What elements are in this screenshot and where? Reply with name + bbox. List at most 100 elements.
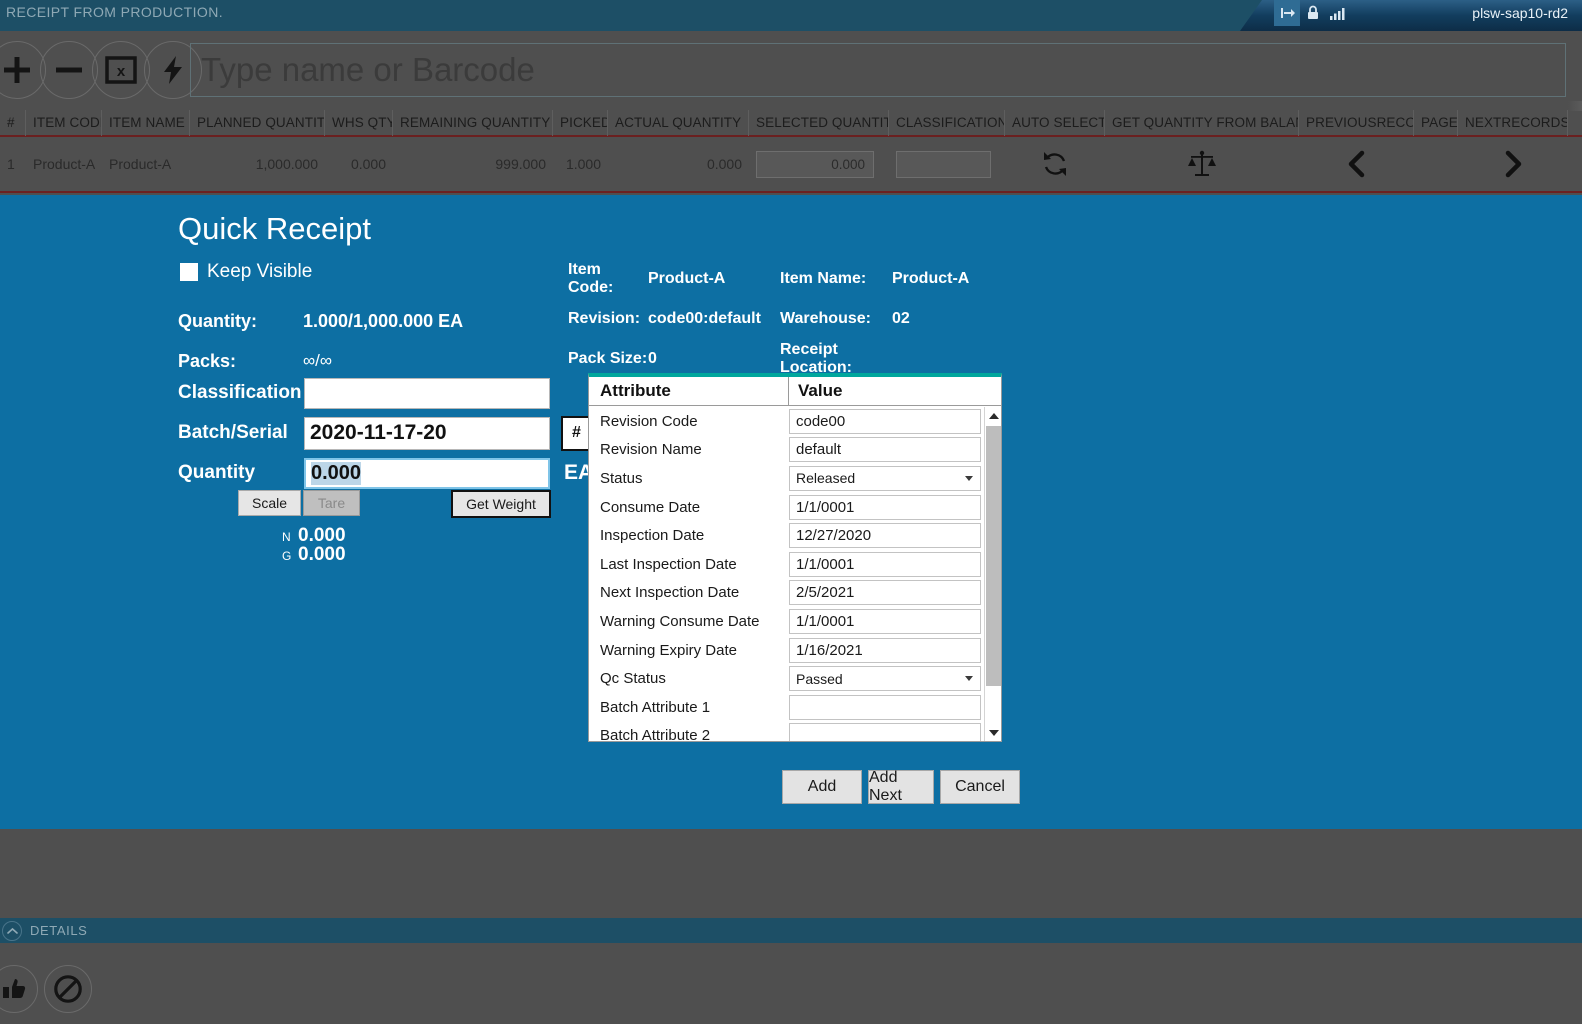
chevron-up-icon[interactable]: [2, 921, 22, 941]
quick-receipt-dialog: Quick Receipt Keep Visible Quantity: 1.0…: [0, 195, 1582, 829]
attribute-row: Consume Date1/1/0001: [589, 493, 984, 522]
classification-label: Classification: [178, 382, 304, 404]
summary-quantity-value: 1.000/1,000.000 EA: [303, 311, 463, 332]
search-field-wrapper[interactable]: [190, 43, 1566, 97]
attribute-name: Status: [589, 470, 789, 487]
col-planned-quantity: PLANNED QUANTITY: [190, 110, 325, 136]
attribute-value-cell: Passed: [789, 666, 981, 691]
attributes-scrollbar[interactable]: [984, 407, 1001, 741]
attribute-name: Next Inspection Date: [589, 584, 789, 601]
summary-quantity-row: Quantity: 1.000/1,000.000 EA: [178, 301, 558, 341]
scroll-down-icon[interactable]: [985, 724, 1002, 741]
attributes-body: Revision Codecode00 Revision NamedefaultS…: [589, 407, 984, 741]
revision-value: code00:default: [648, 310, 780, 328]
chevron-right-icon[interactable]: [1465, 150, 1561, 178]
cell-previous-records[interactable]: [1299, 150, 1414, 178]
attribute-value-cell: 12/27/2020: [789, 523, 981, 548]
attribute-value-cell: 2/5/2021: [789, 580, 981, 605]
keep-visible-row[interactable]: Keep Visible: [180, 261, 312, 283]
cell-num: 1: [0, 156, 26, 172]
attribute-value-input[interactable]: code00: [789, 409, 981, 434]
batch-serial-input[interactable]: [304, 417, 550, 450]
attribute-row: StatusReleased: [589, 464, 984, 493]
attribute-value-cell: [789, 723, 981, 741]
scrollbar-thumb[interactable]: [986, 426, 1001, 686]
cell-next-records[interactable]: [1458, 150, 1568, 178]
attribute-value-input[interactable]: [789, 723, 981, 741]
thumbs-up-icon[interactable]: [0, 965, 38, 1013]
attributes-col-attribute: Attribute: [589, 377, 789, 405]
get-weight-button[interactable]: Get Weight: [451, 490, 551, 518]
attribute-row: Revision Codecode00: [589, 407, 984, 436]
attribute-name: Warning Expiry Date: [589, 642, 789, 659]
keep-visible-checkbox[interactable]: [180, 263, 198, 281]
attribute-value-select[interactable]: Passed: [789, 666, 981, 691]
chevron-down-icon[interactable]: [965, 476, 973, 481]
cancel-box-icon[interactable]: x: [92, 41, 150, 99]
col-whs-qty: WHS QTY: [325, 110, 393, 136]
cancel-button[interactable]: Cancel: [940, 770, 1020, 804]
attribute-name: Warning Consume Date: [589, 613, 789, 630]
no-entry-icon[interactable]: [44, 965, 92, 1013]
attribute-name: Qc Status: [589, 670, 789, 687]
col-auto-select: AUTO SELECT: [1005, 110, 1105, 136]
net-weight-row: N 0.000: [282, 525, 346, 544]
attribute-value-input[interactable]: 2/5/2021: [789, 580, 981, 605]
col-get-qty-balance: GET QUANTITY FROM BALANCE: [1105, 110, 1299, 136]
items-grid: # ITEM CODE ITEM NAME PLANNED QUANTITY W…: [0, 111, 1582, 195]
attribute-value-input[interactable]: [789, 695, 981, 720]
item-code-value: Product-A: [648, 270, 780, 288]
warehouse-value: 02: [892, 310, 910, 328]
pack-size-value: 0: [648, 350, 780, 368]
col-num: #: [0, 110, 26, 136]
col-pages: PAGES: [1414, 110, 1458, 136]
attribute-row: Last Inspection Date1/1/0001: [589, 550, 984, 579]
details-bar[interactable]: DETAILS: [0, 918, 1582, 943]
selected-quantity-input[interactable]: 0.000: [756, 151, 874, 178]
attribute-row: Batch Attribute 2: [589, 722, 984, 741]
chevron-down-icon[interactable]: [965, 676, 973, 681]
scales-icon[interactable]: [1112, 149, 1292, 179]
net-weight-label: N: [282, 530, 292, 544]
attribute-value-input[interactable]: 12/27/2020: [789, 523, 981, 548]
attribute-value-select[interactable]: Released: [789, 466, 981, 491]
receipt-form: Classification Batch/Serial # Quantity 0…: [178, 373, 593, 493]
scroll-up-icon[interactable]: [985, 407, 1002, 424]
cell-get-qty-balance[interactable]: [1105, 149, 1299, 179]
summary-right: Item Code: Product-A Item Name: Product-…: [568, 259, 969, 379]
classification-input[interactable]: [896, 151, 991, 178]
warehouse-label: Warehouse:: [780, 310, 892, 328]
attribute-value-input[interactable]: 1/1/0001: [789, 495, 981, 520]
attribute-value-input[interactable]: default: [789, 437, 981, 462]
refresh-icon[interactable]: [1012, 149, 1098, 179]
attribute-name: Revision Name: [589, 441, 789, 458]
col-next-records: NEXTRECORDS: [1458, 110, 1568, 136]
lock-icon[interactable]: [1306, 5, 1320, 20]
cell-auto-select[interactable]: [1005, 149, 1105, 179]
details-label: DETAILS: [30, 923, 87, 938]
pin-icon[interactable]: [1280, 6, 1296, 20]
attribute-row: Next Inspection Date2/5/2021: [589, 579, 984, 608]
cell-selected-quantity-wrap: 0.000: [749, 151, 889, 178]
gross-weight-value: 0.000: [298, 544, 346, 566]
quantity-input[interactable]: 0.000: [304, 458, 550, 489]
signal-icon[interactable]: [1330, 6, 1346, 20]
chevron-left-icon[interactable]: [1306, 150, 1407, 178]
attribute-row: Warning Expiry Date1/16/2021: [589, 636, 984, 665]
rdp-host-name: plsw-sap10-rd2: [1472, 5, 1568, 21]
search-input[interactable]: [191, 44, 1565, 96]
add-button[interactable]: Add: [782, 770, 862, 804]
attribute-value-input[interactable]: 1/1/0001: [789, 609, 981, 634]
attribute-value-input[interactable]: 1/16/2021: [789, 638, 981, 663]
attribute-value-cell: 1/16/2021: [789, 638, 981, 663]
classification-input[interactable]: [304, 378, 550, 409]
minus-icon[interactable]: [40, 41, 98, 99]
add-next-button[interactable]: Add Next: [868, 770, 934, 804]
page-title: Quick Receipt: [178, 211, 371, 247]
attribute-row: Batch Attribute 1: [589, 693, 984, 722]
table-row[interactable]: 1 Product-A Product-A 1,000.000 0.000 99…: [0, 137, 1582, 193]
col-item-name: ITEM NAME: [102, 110, 190, 136]
scale-button[interactable]: Scale: [238, 490, 301, 516]
app-toolbar: x: [0, 31, 1582, 111]
attribute-value-input[interactable]: 1/1/0001: [789, 552, 981, 577]
